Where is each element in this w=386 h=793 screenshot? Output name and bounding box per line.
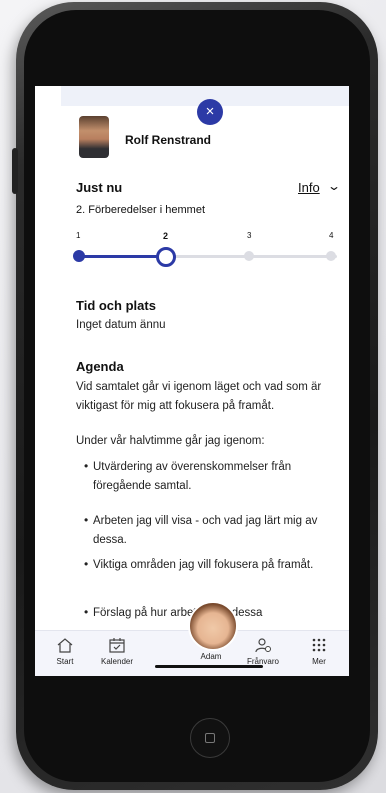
info-toggle[interactable]: Info (298, 180, 320, 195)
contact-name: Rolf Renstrand (125, 133, 212, 147)
phone-side-button (12, 148, 18, 194)
nav-start-label: Start (56, 657, 74, 666)
calendar-icon (109, 638, 125, 653)
agenda-bullet-3: Viktiga områden jag vill fokusera på fra… (84, 555, 329, 575)
agenda-intro: Vid samtalet går vi igenom läget och vad… (76, 381, 322, 412)
home-button-square-icon (205, 733, 215, 743)
progress-fill (79, 255, 165, 258)
status-title: Just nu (76, 180, 123, 195)
agenda-title: Agenda (76, 359, 124, 374)
phone-home-button[interactable] (190, 718, 230, 758)
person-absence-icon (255, 638, 271, 653)
contact-avatar (79, 116, 109, 158)
app-screen: × Rolf Renstrand Just nu Info ⌄ 2. Förbe… (35, 86, 349, 676)
step-dot-1 (73, 250, 85, 262)
step-dot-3 (244, 251, 254, 261)
agenda-lead: Under vår halvtimme går jag igenom: (76, 435, 265, 447)
home-icon (57, 638, 73, 653)
step-dot-2-current (156, 247, 176, 267)
nav-kalender-label: Kalender (100, 657, 134, 666)
profile-avatar-label[interactable]: Adam (191, 652, 231, 661)
nav-franvaro[interactable]: Frånvaro (235, 637, 291, 666)
current-step-name: 2. Förberedelser i hemmet (76, 204, 205, 216)
time-place-value: Inget datum ännu (76, 319, 166, 331)
step-number-2: 2 (163, 231, 169, 241)
nav-start[interactable]: Start (37, 637, 93, 666)
agenda-bullet-1: Utvärdering av överenskommelser från för… (84, 457, 329, 496)
nav-mer-label: Mer (312, 657, 326, 666)
step-number-1: 1 (76, 231, 81, 240)
time-place-title: Tid och plats (76, 298, 156, 313)
home-indicator (155, 665, 263, 668)
nav-kalender[interactable]: Kalender (89, 637, 145, 666)
profile-avatar[interactable] (188, 601, 238, 651)
step-number-4: 4 (329, 231, 334, 240)
nav-mer[interactable]: Mer (291, 637, 347, 666)
step-dot-4 (326, 251, 336, 261)
agenda-bullet-2: Arbeten jag vill visa - och vad jag lärt… (84, 511, 329, 550)
grid-dots-icon (312, 638, 326, 652)
close-button[interactable]: × (197, 99, 223, 125)
step-number-3: 3 (247, 231, 252, 240)
chevron-down-icon[interactable]: ⌄ (327, 179, 341, 193)
